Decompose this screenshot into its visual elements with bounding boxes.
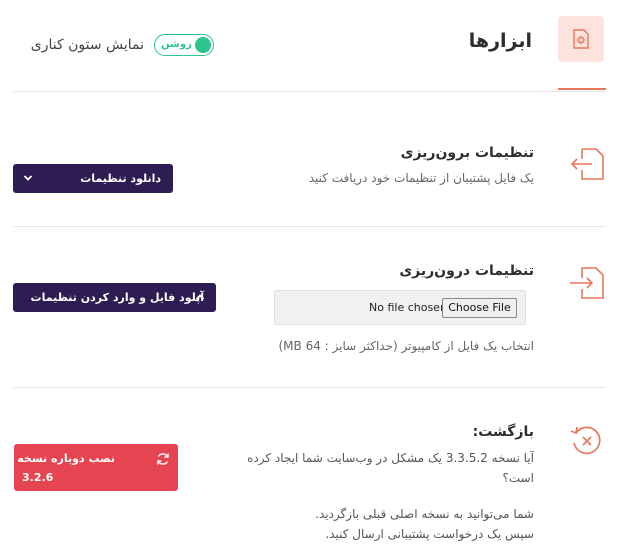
- export-section-icon: [566, 143, 608, 189]
- download-settings-button[interactable]: دانلود تنظیمات: [13, 164, 173, 193]
- choose-file-button[interactable]: Choose File: [442, 298, 517, 318]
- rollback-title: بازگشت:: [472, 424, 534, 440]
- sidebar-toggle[interactable]: روشن: [154, 34, 214, 56]
- header-divider: [14, 91, 606, 92]
- export-description: یک فایل پشتیبان از تنظیمات خود دریافت کن…: [308, 171, 534, 185]
- import-section-icon: [566, 262, 608, 308]
- chevron-up-icon: [195, 294, 205, 300]
- import-hint: انتخاب یک فایل از کامپیوتر (حداکثر سایز …: [278, 339, 534, 353]
- refresh-icon: [157, 453, 169, 465]
- sidebar-toggle-label: نمایش ستون کناری: [30, 37, 144, 53]
- section-divider-1: [14, 226, 606, 227]
- export-document-icon: [570, 148, 604, 180]
- gear-document-icon: [573, 29, 589, 49]
- download-settings-label: دانلود تنظیمات: [80, 172, 161, 185]
- chevron-down-icon: [23, 175, 33, 181]
- reinstall-label: نصب دوباره نسخه: [17, 452, 115, 465]
- reinstall-version-button[interactable]: نصب دوباره نسخه 3.2.6: [14, 444, 178, 491]
- export-title: تنظیمات برون‌ریزی: [400, 145, 534, 161]
- toggle-knob: [195, 37, 211, 53]
- file-input[interactable]: No file chosen Choose File: [274, 290, 526, 325]
- rollback-icon: [570, 426, 601, 455]
- page-title: ابزارها: [468, 30, 532, 52]
- tools-tab-underline: [558, 88, 606, 90]
- file-status: No file chosen: [369, 301, 447, 314]
- import-title: تنظیمات درون‌ریزی: [399, 263, 534, 279]
- upload-import-label: آپلود فایل و وارد کردن تنظیمات: [30, 291, 204, 304]
- rollback-question-line2: است؟: [502, 471, 534, 485]
- reinstall-version: 3.2.6: [22, 471, 54, 484]
- rollback-question-line1: آیا نسخه 3.3.5.2 یک مشکل در وب‌سایت شما …: [247, 451, 534, 465]
- upload-import-button[interactable]: آپلود فایل و وارد کردن تنظیمات: [13, 283, 216, 312]
- toggle-state-label: روشن: [161, 39, 192, 50]
- rollback-section-icon: [568, 422, 606, 464]
- rollback-info-line1: شما می‌توانید به نسخه اصلی قبلی بازگردید…: [315, 507, 534, 521]
- section-divider-2: [14, 387, 606, 388]
- tools-icon-box: [558, 16, 604, 62]
- import-document-icon: [570, 267, 604, 299]
- rollback-info-line2: سپس یک درخواست پشتیبانی ارسال کنید.: [325, 527, 534, 541]
